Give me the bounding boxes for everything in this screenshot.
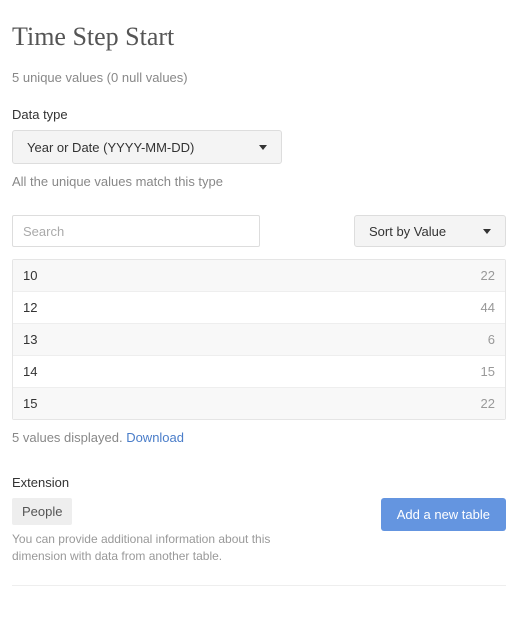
- table-row[interactable]: 15 22: [13, 388, 505, 419]
- data-type-dropdown[interactable]: Year or Date (YYYY-MM-DD): [12, 130, 282, 164]
- data-type-hint: All the unique values match this type: [12, 174, 506, 189]
- row-count: 22: [481, 268, 495, 283]
- values-footer: 5 values displayed. Download: [12, 430, 506, 445]
- caret-down-icon: [483, 229, 491, 234]
- download-link[interactable]: Download: [126, 430, 184, 445]
- row-count: 22: [481, 396, 495, 411]
- add-table-button[interactable]: Add a new table: [381, 498, 506, 531]
- extension-label: Extension: [12, 475, 506, 490]
- table-row[interactable]: 12 44: [13, 292, 505, 324]
- page-title: Time Step Start: [12, 22, 506, 52]
- divider: [12, 585, 506, 586]
- extension-pill[interactable]: People: [12, 498, 72, 525]
- values-table: 10 22 12 44 13 6 14 15 15 22: [12, 259, 506, 420]
- row-value: 13: [23, 332, 37, 347]
- table-row[interactable]: 10 22: [13, 260, 505, 292]
- row-count: 6: [488, 332, 495, 347]
- data-type-selected: Year or Date (YYYY-MM-DD): [27, 140, 194, 155]
- row-value: 10: [23, 268, 37, 283]
- row-count: 15: [481, 364, 495, 379]
- row-value: 14: [23, 364, 37, 379]
- row-count: 44: [481, 300, 495, 315]
- data-type-label: Data type: [12, 107, 506, 122]
- table-row[interactable]: 13 6: [13, 324, 505, 356]
- row-value: 15: [23, 396, 37, 411]
- sort-selected: Sort by Value: [369, 224, 446, 239]
- search-input[interactable]: [12, 215, 260, 247]
- extension-hint: You can provide additional information a…: [12, 531, 312, 565]
- row-value: 12: [23, 300, 37, 315]
- table-row[interactable]: 14 15: [13, 356, 505, 388]
- sort-dropdown[interactable]: Sort by Value: [354, 215, 506, 247]
- unique-values-summary: 5 unique values (0 null values): [12, 70, 506, 85]
- caret-down-icon: [259, 145, 267, 150]
